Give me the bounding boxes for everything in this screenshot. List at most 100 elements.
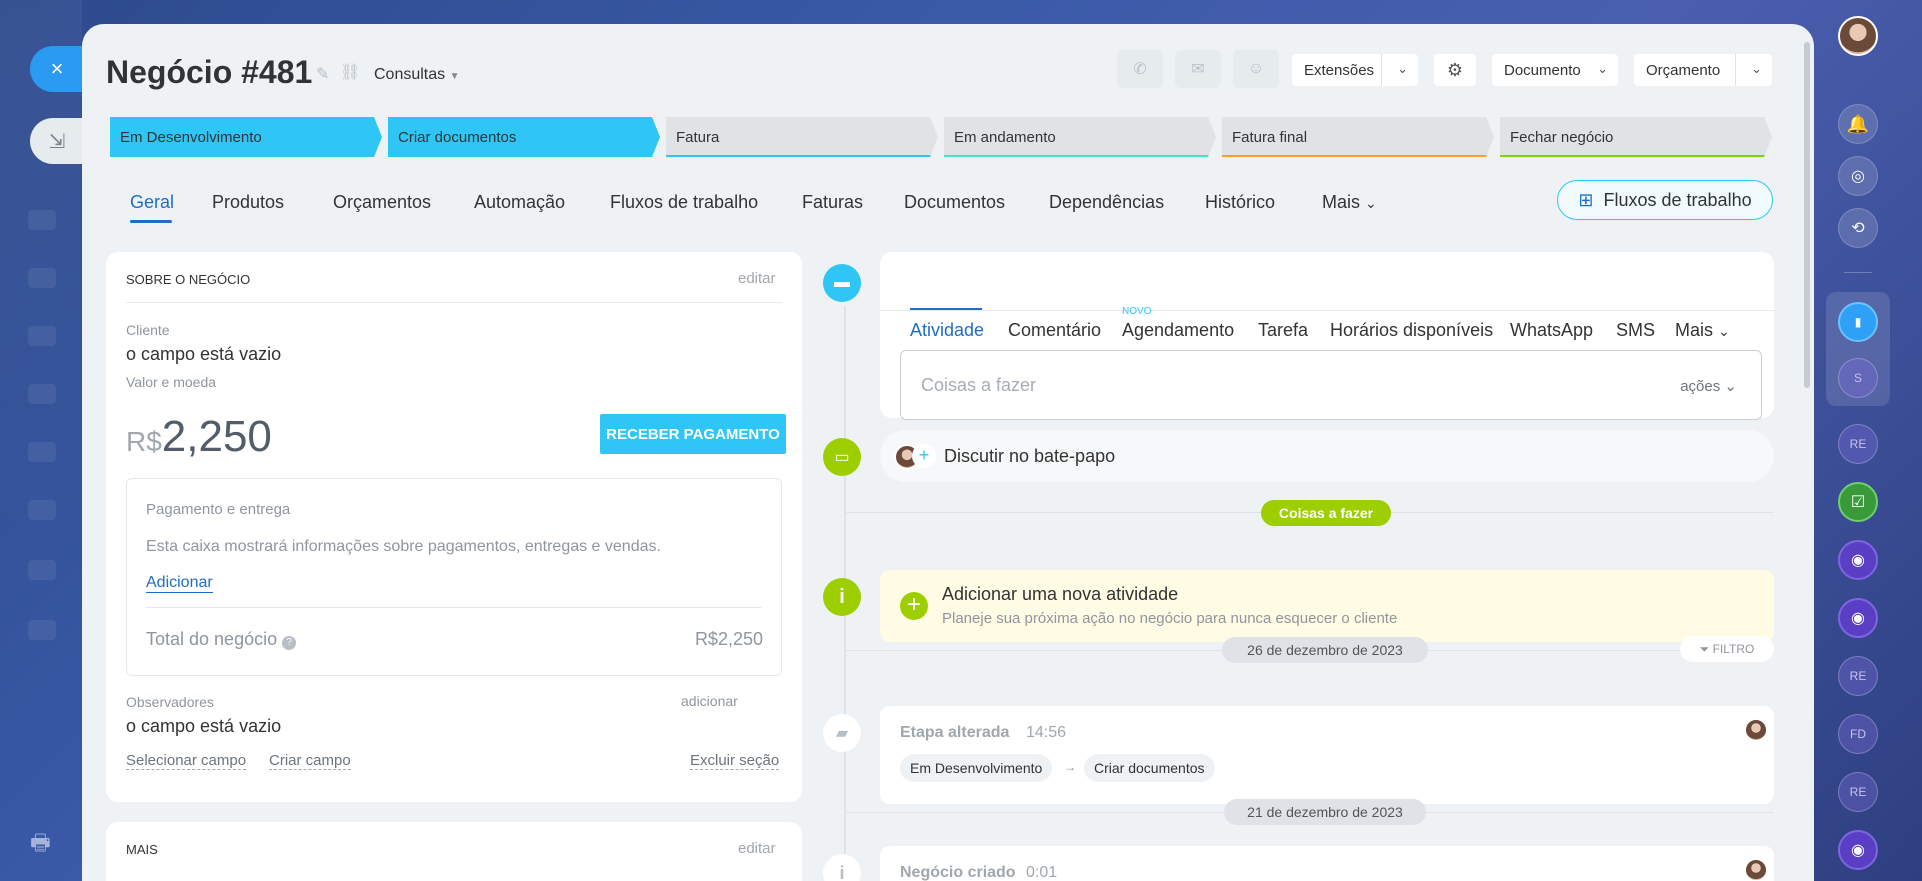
workflow-icon: ⊞ [1578,189,1594,210]
tab-horarios[interactable]: Horários disponíveis [1330,320,1493,341]
tab-dependencias[interactable]: Dependências [1049,192,1164,213]
tab-agendamento[interactable]: Agendamento [1122,320,1234,341]
tab-orcamentos[interactable]: Orçamentos [333,192,431,213]
todo-input[interactable]: Coisas a fazer ações ⌄ [900,350,1762,420]
chevron-down-icon: ⌄ [1724,378,1737,395]
stage-chip-to: Criar documentos [1084,754,1215,782]
tab-historico[interactable]: Histórico [1205,192,1275,213]
phone-icon: ✆ [1133,61,1147,78]
minimize-icon: ⇲ [48,130,66,153]
plus-circle-icon: + [900,592,928,620]
chat-button[interactable]: ☺ [1233,50,1279,88]
mail-icon: ✉ [1191,61,1205,78]
filter-button[interactable]: ⏷ FILTRO [1680,636,1774,662]
todo-pill: Coisas a fazer [1261,500,1391,526]
section-title: SOBRE O NEGÓCIO [126,272,251,287]
bookmark-icon[interactable]: ▮ [1838,302,1878,342]
divider [126,302,782,303]
comment-bubble-icon: ▬ [823,264,861,302]
scrollbar[interactable] [1804,42,1810,388]
avatar [1744,858,1768,881]
create-field-link[interactable]: Criar campo [269,752,351,770]
chat-item[interactable]: RE [1838,424,1878,464]
add-payment-link[interactable]: Adicionar [146,574,213,593]
ghost-app-icon [28,326,56,346]
actions-dropdown[interactable]: ações ⌄ [1680,377,1737,395]
copilot-icon[interactable]: ◉ [1838,598,1878,638]
tab-tarefa[interactable]: Tarefa [1258,320,1308,341]
tab-produtos[interactable]: Produtos [212,192,284,213]
client-value[interactable]: o campo está vazio [126,344,281,365]
sync-icon[interactable]: ⟲ [1838,208,1878,248]
about-deal-card: SOBRE O NEGÓCIO editar Cliente o campo e… [106,252,802,802]
stage-criar-documentos[interactable]: Criar documentos [388,117,660,157]
document-button[interactable]: Documento ⌄ [1492,54,1618,86]
chat-item[interactable]: RE [1838,656,1878,696]
stage-fechar-negocio[interactable]: Fechar negócio [1500,117,1772,157]
copilot-icon[interactable]: ◉ [1838,830,1878,870]
user-avatar[interactable] [1838,16,1878,56]
event-time: 0:01 [1026,864,1058,881]
tab-geral[interactable]: Geral [130,192,174,213]
stage-em-desenvolvimento[interactable]: Em Desenvolvimento [110,117,382,157]
workflow-button[interactable]: ⊞ Fluxos de trabalho [1557,180,1773,220]
tab-mais[interactable]: Mais ⌄ [1322,192,1377,213]
todo-placeholder: Coisas a fazer [921,375,1037,395]
select-field-link[interactable]: Selecionar campo [126,752,247,770]
tab-fluxos[interactable]: Fluxos de trabalho [610,192,758,213]
ghost-app-icon [28,210,56,230]
observers-value[interactable]: o campo está vazio [126,716,281,737]
chevron-down-icon: ⌄ [1397,61,1408,76]
edit-title-icon[interactable]: ✎ [316,64,329,84]
bell-icon[interactable]: 🔔 [1838,104,1878,144]
caret-down-icon: ▼ [449,71,460,82]
stage-em-andamento[interactable]: Em andamento [944,117,1216,157]
chat-icon: ☺ [1247,60,1265,77]
budget-button[interactable]: Orçamento ⌄ [1634,54,1772,86]
add-activity-card[interactable]: + Adicionar uma nova atividade Planeje s… [880,570,1774,642]
amount-value[interactable]: R$2,250 [126,412,272,462]
call-button[interactable]: ✆ [1117,50,1163,88]
discuss-chat-row[interactable]: + Discutir no bate-papo [880,430,1774,482]
event-time: 14:56 [1026,724,1067,741]
extensions-button[interactable]: Extensões ⌄ [1292,54,1418,86]
stage-fatura-final[interactable]: Fatura final [1222,117,1494,157]
ghost-app-icon [28,442,56,462]
copilot-icon[interactable]: ◉ [1838,540,1878,580]
checklist-icon[interactable]: ☑ [1838,482,1878,522]
date-pill: 21 de dezembro de 2023 [1224,799,1426,825]
target-icon[interactable]: ◎ [1838,156,1878,196]
chat-item[interactable]: S [1838,358,1878,398]
event-title: Negócio criado [900,864,1016,881]
tab-automacao[interactable]: Automação [474,192,565,213]
category-select[interactable]: Consultas ▼ [374,66,460,84]
copy-link-icon[interactable]: ⛓ [340,62,360,82]
settings-button[interactable]: ⚙ [1434,54,1476,86]
chat-item[interactable]: RE [1838,772,1878,812]
tag-icon: ▰ [823,714,861,752]
close-button[interactable]: × [30,46,84,92]
chat-item[interactable]: FD [1838,714,1878,754]
tab-sms[interactable]: SMS [1616,320,1655,341]
edit-link[interactable]: editar [738,840,776,857]
edit-link[interactable]: editar [738,270,776,287]
tab-faturas[interactable]: Faturas [802,192,863,213]
client-label: Cliente [126,322,170,338]
chevron-down-icon: ⌄ [1751,61,1762,76]
tab-mais-activity[interactable]: Mais ⌄ [1675,320,1730,341]
tab-atividade[interactable]: Atividade [910,320,984,341]
tab-comentario[interactable]: Comentário [1008,320,1101,341]
stage-fatura[interactable]: Fatura [666,117,938,157]
email-button[interactable]: ✉ [1175,50,1221,88]
payment-delivery-box: Pagamento e entrega Esta caixa mostrará … [126,478,782,676]
printer-icon[interactable]: 🖶 [30,826,51,864]
deal-panel: Negócio #481 ✎ ⛓ Consultas ▼ ✆ ✉ ☺ Exten… [82,24,1814,881]
minimize-button[interactable]: ⇲ [30,118,84,164]
tab-whatsapp[interactable]: WhatsApp [1510,320,1593,341]
receive-payment-button[interactable]: RECEBER PAGAMENTO [600,414,786,454]
section-title: MAIS [126,842,158,857]
delete-section-link[interactable]: Excluir seção [690,752,780,770]
tab-documentos[interactable]: Documentos [904,192,1005,213]
ghost-app-icon [28,620,56,640]
observers-add-link[interactable]: adicionar [681,693,738,709]
